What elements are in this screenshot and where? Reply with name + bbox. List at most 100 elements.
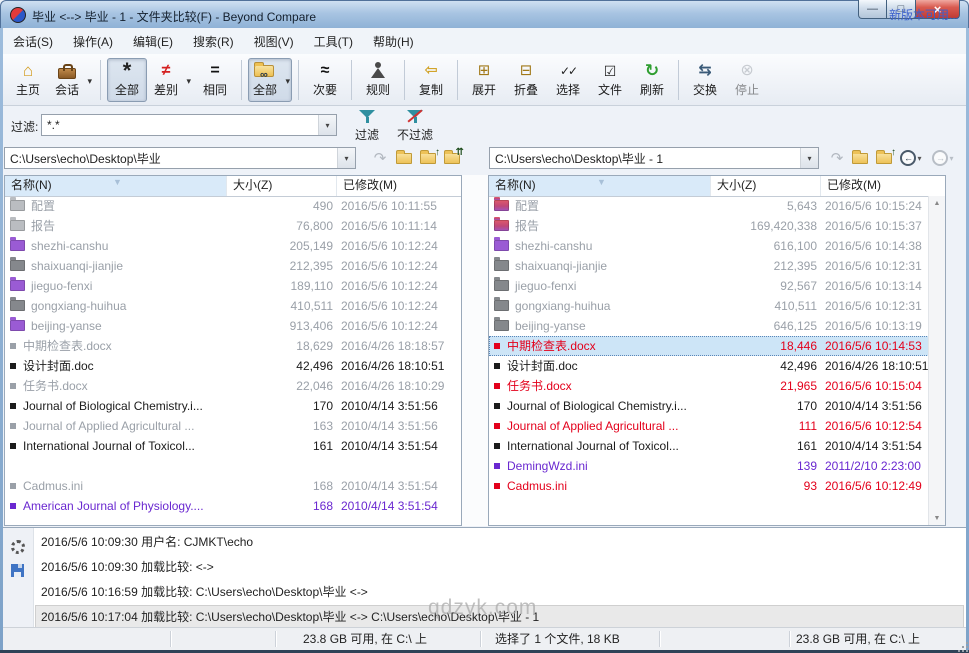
apply-filter-button[interactable]: 过滤 bbox=[343, 109, 391, 143]
file-icon bbox=[494, 443, 500, 449]
menu-item-5[interactable]: 视图(V) bbox=[244, 28, 304, 55]
left-pane-row-16[interactable]: American Journal of Physiology....168201… bbox=[5, 496, 461, 516]
both-parent-folders-button[interactable]: ⇈ bbox=[441, 148, 463, 168]
toolbar-button-sessions[interactable]: 会话▾ bbox=[50, 58, 94, 102]
toolbar-button-copy[interactable]: ⇦复制 bbox=[411, 58, 451, 102]
toolbar-button-display-all[interactable]: ∞全部▾ bbox=[248, 58, 292, 102]
menu-item-7[interactable]: 帮助(H) bbox=[363, 28, 424, 55]
toolbar-button-rules[interactable]: 规则 bbox=[358, 58, 398, 102]
right-pane-row-13[interactable]: International Journal of Toxicol...16120… bbox=[489, 436, 929, 456]
filter-bar: 过滤: *.* ▾ 过滤 不过滤 bbox=[3, 106, 966, 144]
dropdown-arrow-icon[interactable]: ▾ bbox=[800, 148, 818, 168]
menu-item-4[interactable]: 搜索(R) bbox=[183, 28, 244, 55]
right-pane-row-1[interactable]: 配置5,6432016/5/6 10:15:24 bbox=[489, 196, 929, 216]
forward-button[interactable]: →▾ bbox=[929, 148, 957, 168]
toolbar-button-diffs[interactable]: ≠差别▾ bbox=[149, 58, 193, 102]
left-pane-row-13[interactable]: International Journal of Toxicol...16120… bbox=[5, 436, 461, 456]
dropdown-arrow-icon[interactable]: ▾ bbox=[337, 148, 355, 168]
item-modified: 2010/4/14 3:51:54 bbox=[825, 436, 927, 456]
menu-item-2[interactable]: 操作(A) bbox=[63, 28, 123, 55]
toolbar-button-expand[interactable]: ⊞展开 bbox=[464, 58, 504, 102]
right-pane-row-6[interactable]: gongxiang-huihua410,5112016/5/6 10:12:31 bbox=[489, 296, 929, 316]
right-path-combobox[interactable]: C:\Users\echo\Desktop\毕业 - 1 ▾ bbox=[489, 147, 819, 169]
title-bar[interactable]: 毕业 <--> 毕业 - 1 - 文件夹比较(F) - Beyond Compa… bbox=[0, 0, 969, 28]
left-pane-row-6[interactable]: gongxiang-huihua410,5112016/5/6 10:12:24 bbox=[5, 296, 461, 316]
item-size: 205,149 bbox=[221, 236, 333, 256]
file-icon bbox=[494, 423, 500, 429]
resize-grip[interactable] bbox=[958, 642, 960, 644]
menu-item-3[interactable]: 编辑(E) bbox=[123, 28, 183, 55]
filter-value[interactable]: *.* bbox=[42, 118, 318, 132]
right-path-value[interactable]: C:\Users\echo\Desktop\毕业 - 1 bbox=[490, 150, 800, 167]
column-header-modified[interactable]: 已修改(M) bbox=[337, 176, 461, 196]
right-pane-row-4[interactable]: shaixuanqi-jianjie212,3952016/5/6 10:12:… bbox=[489, 256, 929, 276]
right-pane-row-10[interactable]: 任务书.docx21,9652016/5/6 10:15:04 bbox=[489, 376, 929, 396]
left-path-combobox[interactable]: C:\Users\echo\Desktop\毕业 ▾ bbox=[4, 147, 356, 169]
path-bar: C:\Users\echo\Desktop\毕业 ▾ ↷ ↑ ⇈ C:\User… bbox=[3, 144, 966, 173]
column-header-size[interactable]: 大小(Z) bbox=[227, 176, 337, 196]
back-button[interactable]: ←▾ bbox=[897, 148, 925, 168]
right-pane-row-7[interactable]: beijing-yanse646,1252016/5/6 10:13:19 bbox=[489, 316, 929, 336]
dropdown-arrow-icon[interactable]: ▾ bbox=[318, 115, 336, 135]
left-file-list: 配置4902016/5/6 10:11:55报告76,8002016/5/6 1… bbox=[5, 196, 461, 516]
right-pane-row-11[interactable]: Journal of Biological Chemistry.i...1702… bbox=[489, 396, 929, 416]
toolbar-button-refresh[interactable]: ↻刷新 bbox=[632, 58, 672, 102]
left-pane-row-10[interactable]: 任务书.docx22,0462016/4/26 18:10:29 bbox=[5, 376, 461, 396]
toolbar-button-swap[interactable]: ⇆交换 bbox=[685, 58, 725, 102]
log-entry-1[interactable]: 2016/5/6 10:09:30 用户名: CJMKT\echo bbox=[35, 530, 964, 555]
left-pane-row-9[interactable]: 设计封面.doc42,4962016/4/26 18:10:51 bbox=[5, 356, 461, 376]
right-parent-folder-button[interactable]: ↑ bbox=[873, 148, 895, 168]
toolbar-button-home[interactable]: ⌂主页 bbox=[8, 58, 48, 102]
log-gear-icon[interactable] bbox=[11, 540, 25, 554]
right-pane-row-3[interactable]: shezhi-canshu616,1002016/5/6 10:14:38 bbox=[489, 236, 929, 256]
right-pane-row-14[interactable]: DemingWzd.ini1392011/2/10 2:23:00 bbox=[489, 456, 929, 476]
right-pane-row-5[interactable]: jieguo-fenxi92,5672016/5/6 10:13:14 bbox=[489, 276, 929, 296]
left-pane-row-15[interactable]: Cadmus.ini1682010/4/14 3:51:54 bbox=[5, 476, 461, 496]
left-pane-row-2[interactable]: 报告76,8002016/5/6 10:11:14 bbox=[5, 216, 461, 236]
vertical-scrollbar[interactable]: ▲ ▼ bbox=[928, 196, 945, 525]
left-path-value[interactable]: C:\Users\echo\Desktop\毕业 bbox=[5, 150, 337, 167]
filter-combobox[interactable]: *.* ▾ bbox=[41, 114, 337, 136]
folder-icon bbox=[494, 220, 509, 231]
left-pane-row-7[interactable]: beijing-yanse913,4062016/5/6 10:12:24 bbox=[5, 316, 461, 336]
right-pane-row-15[interactable]: Cadmus.ini932016/5/6 10:12:49 bbox=[489, 476, 929, 496]
right-browse-folder-button[interactable] bbox=[849, 148, 871, 168]
left-pane-row-4[interactable]: shaixuanqi-jianjie212,3952016/5/6 10:12:… bbox=[5, 256, 461, 276]
left-browse-folder-button[interactable] bbox=[393, 148, 415, 168]
item-modified: 2016/5/6 10:13:19 bbox=[825, 316, 927, 336]
clear-filter-button[interactable]: 不过滤 bbox=[391, 109, 439, 143]
toolbar-button-files[interactable]: ☑文件 bbox=[590, 58, 630, 102]
left-parent-folder-button[interactable]: ↑ bbox=[417, 148, 439, 168]
item-name: shezhi-canshu bbox=[515, 239, 592, 253]
menu-item-1[interactable]: 会话(S) bbox=[3, 28, 63, 55]
right-pane-row-8[interactable]: 中期检查表.docx18,4462016/5/6 10:14:53 bbox=[489, 336, 929, 356]
column-header-size[interactable]: 大小(Z) bbox=[711, 176, 821, 196]
left-pane-row-8[interactable]: 中期检查表.docx18,6292016/4/26 18:18:57 bbox=[5, 336, 461, 356]
left-pane-row-5[interactable]: jieguo-fenxi189,1102016/5/6 10:12:24 bbox=[5, 276, 461, 296]
dropdown-caret-icon[interactable]: ▾ bbox=[87, 76, 92, 87]
scroll-up-icon[interactable]: ▲ bbox=[929, 196, 945, 210]
right-pane-row-9[interactable]: 设计封面.doc42,4962016/4/26 18:10:51 bbox=[489, 356, 929, 376]
right-pane-row-2[interactable]: 报告169,420,3382016/5/6 10:15:37 bbox=[489, 216, 929, 236]
dropdown-caret-icon[interactable]: ▾ bbox=[187, 76, 192, 87]
toolbar-button-select[interactable]: ✓✓选择 bbox=[548, 58, 588, 102]
new-version-link[interactable]: 新版本可用... bbox=[889, 6, 959, 23]
toolbar-button-minor[interactable]: ≈次要 bbox=[305, 58, 345, 102]
left-pane-row-12[interactable]: Journal of Applied Agricultural ...16320… bbox=[5, 416, 461, 436]
item-name: Journal of Biological Chemistry.i... bbox=[23, 399, 203, 413]
toolbar-button-collapse[interactable]: ⊟折叠 bbox=[506, 58, 546, 102]
select-icon: ✓✓ bbox=[556, 61, 580, 80]
right-pane-row-12[interactable]: Journal of Applied Agricultural ...11120… bbox=[489, 416, 929, 436]
toolbar-button-same[interactable]: =相同 bbox=[195, 58, 235, 102]
save-log-icon[interactable] bbox=[11, 564, 24, 577]
dropdown-caret-icon[interactable]: ▾ bbox=[286, 76, 291, 87]
minimize-button[interactable]: — bbox=[858, 0, 887, 19]
menu-item-6[interactable]: 工具(T) bbox=[304, 28, 363, 55]
left-pane-row-11[interactable]: Journal of Biological Chemistry.i...1702… bbox=[5, 396, 461, 416]
left-pane-row-1[interactable]: 配置4902016/5/6 10:11:55 bbox=[5, 196, 461, 216]
toolbar-button-all[interactable]: *全部 bbox=[107, 58, 147, 102]
left-pane-row-3[interactable]: shezhi-canshu205,1492016/5/6 10:12:24 bbox=[5, 236, 461, 256]
log-entry-2[interactable]: 2016/5/6 10:09:30 加载比较: <-> bbox=[35, 555, 964, 580]
scroll-down-icon[interactable]: ▼ bbox=[929, 511, 945, 525]
column-header-modified[interactable]: 已修改(M) bbox=[821, 176, 945, 196]
